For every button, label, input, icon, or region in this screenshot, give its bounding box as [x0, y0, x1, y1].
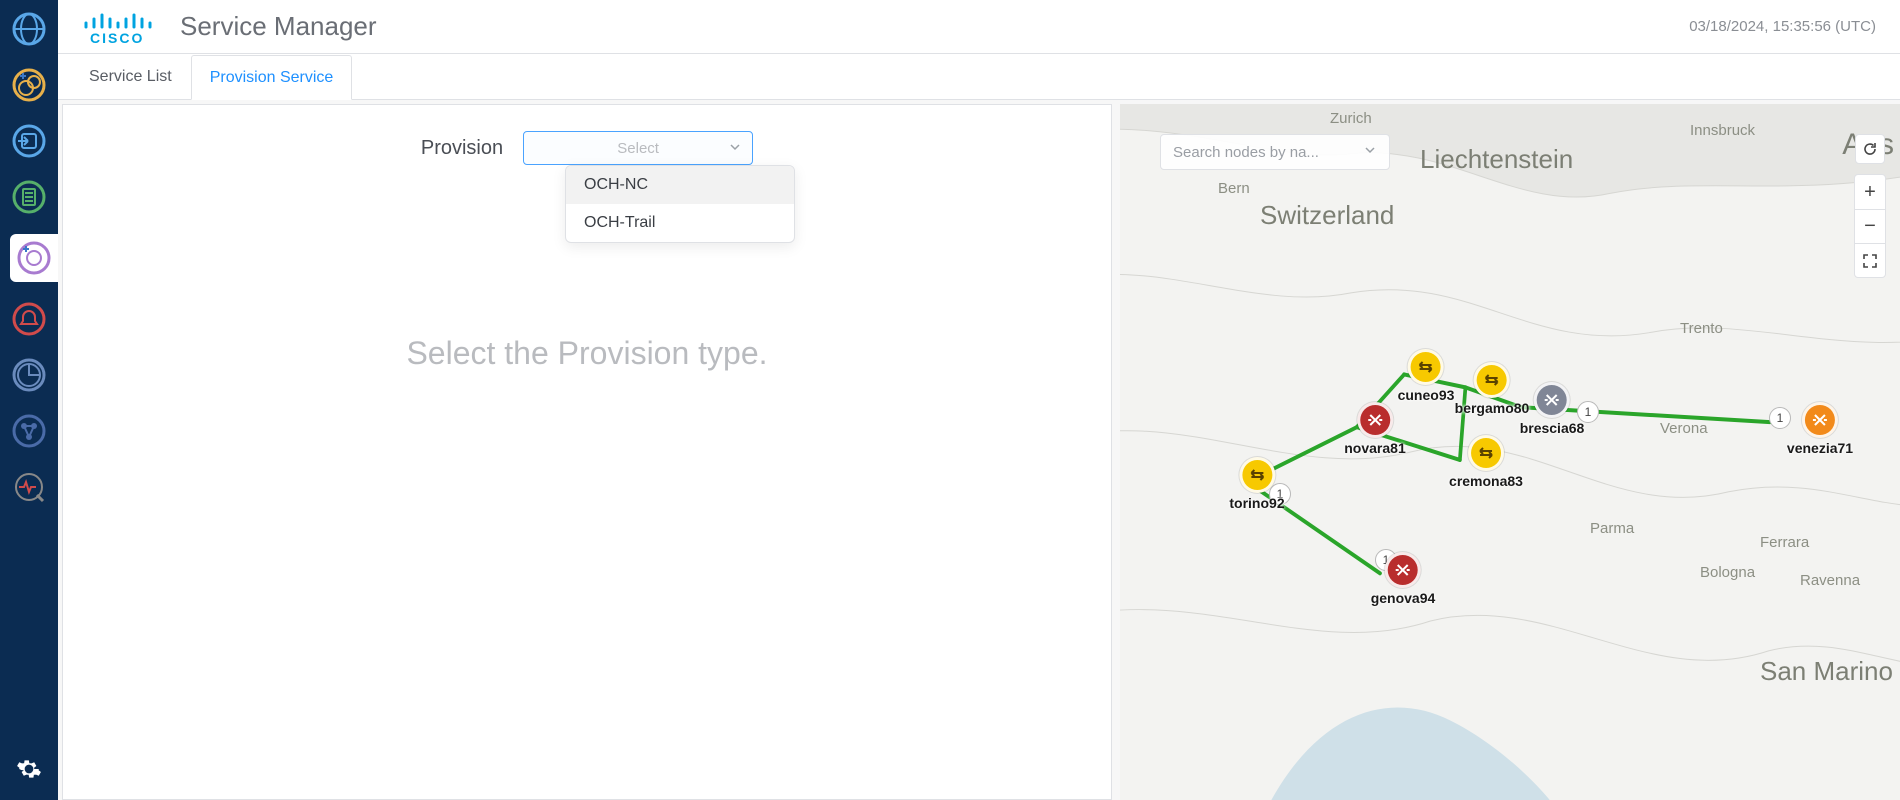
fit-icon: [1863, 254, 1877, 268]
provision-select[interactable]: Select: [523, 131, 753, 165]
provision-label: Provision: [421, 137, 503, 160]
node-label: bergamo80: [1455, 400, 1530, 416]
node-torino92[interactable]: torino92: [1229, 457, 1284, 511]
app-title: Service Manager: [180, 11, 377, 42]
map-zoom-in-button[interactable]: +: [1855, 175, 1885, 209]
header-bar: CISCO Service Manager 03/18/2024, 15:35:…: [58, 0, 1900, 54]
refresh-icon: [1862, 141, 1878, 157]
nav-service-manager-icon[interactable]: [10, 234, 58, 282]
app-root: CISCO Service Manager 03/18/2024, 15:35:…: [0, 0, 1900, 800]
nav-globe-icon[interactable]: [10, 10, 48, 48]
node-venezia71[interactable]: venezia71: [1787, 402, 1853, 456]
map-refresh-button[interactable]: [1855, 134, 1885, 164]
nav-topology-icon[interactable]: [10, 412, 48, 450]
nav-import-icon[interactable]: [10, 122, 48, 160]
node-label: novara81: [1344, 440, 1405, 456]
chevron-down-icon: [728, 140, 742, 158]
node-cremona83[interactable]: cremona83: [1449, 435, 1523, 489]
clock: 03/18/2024, 15:35:56 (UTC): [1689, 18, 1876, 35]
node-label: brescia68: [1520, 420, 1585, 436]
tab-provision-service[interactable]: Provision Service: [191, 55, 353, 100]
node-label: venezia71: [1787, 440, 1853, 456]
map-search-placeholder: Search nodes by na...: [1173, 144, 1319, 161]
nav-analytics-icon[interactable]: [10, 356, 48, 394]
map-zoom-group: + −: [1854, 174, 1886, 278]
map-fit-button[interactable]: [1855, 243, 1885, 277]
provision-placeholder-msg: Select the Provision type.: [406, 335, 767, 372]
chevron-down-icon: [1363, 143, 1377, 161]
map-zoom-out-button[interactable]: −: [1855, 209, 1885, 243]
node-label: cremona83: [1449, 473, 1523, 489]
nav-add-coins-icon[interactable]: [10, 66, 48, 104]
map-search-input[interactable]: Search nodes by na...: [1160, 134, 1390, 170]
provision-panel: Provision Select OCH-NC OCH-Trail Select…: [62, 104, 1112, 800]
map-panel[interactable]: Zurich Innsbruck Aus Liechtenstein Bern …: [1120, 104, 1900, 800]
brand: CISCO Service Manager: [82, 7, 377, 47]
node-label: genova94: [1371, 590, 1436, 606]
nav-alarm-icon[interactable]: [10, 300, 48, 338]
tab-bar: Service List Provision Service: [58, 54, 1900, 100]
nav-settings[interactable]: [0, 750, 58, 788]
provision-select-placeholder: Select: [524, 140, 752, 157]
provision-form-row: Provision Select: [95, 131, 1079, 165]
nav-document-icon[interactable]: [10, 178, 48, 216]
node-bergamo80[interactable]: bergamo80: [1455, 362, 1530, 416]
main-area: CISCO Service Manager 03/18/2024, 15:35:…: [58, 0, 1900, 800]
node-label: cuneo93: [1398, 387, 1455, 403]
option-och-nc[interactable]: OCH-NC: [566, 166, 794, 204]
node-genova94[interactable]: genova94: [1371, 552, 1436, 606]
svg-text:CISCO: CISCO: [90, 30, 144, 46]
gear-icon: [10, 750, 48, 788]
cisco-logo-icon: CISCO: [82, 7, 154, 47]
provision-dropdown: OCH-NC OCH-Trail: [565, 165, 795, 243]
nav-health-icon[interactable]: [10, 468, 48, 506]
left-nav-rail: [0, 0, 58, 800]
map-controls: + −: [1854, 134, 1886, 278]
tab-service-list[interactable]: Service List: [70, 54, 191, 99]
option-och-trail[interactable]: OCH-Trail: [566, 204, 794, 242]
node-label: torino92: [1229, 495, 1284, 511]
node-cuneo93[interactable]: cuneo93: [1398, 349, 1455, 403]
workspace: Provision Select OCH-NC OCH-Trail Select…: [58, 100, 1900, 800]
node-brescia68[interactable]: brescia68: [1520, 382, 1585, 436]
node-novara81[interactable]: novara81: [1344, 402, 1405, 456]
